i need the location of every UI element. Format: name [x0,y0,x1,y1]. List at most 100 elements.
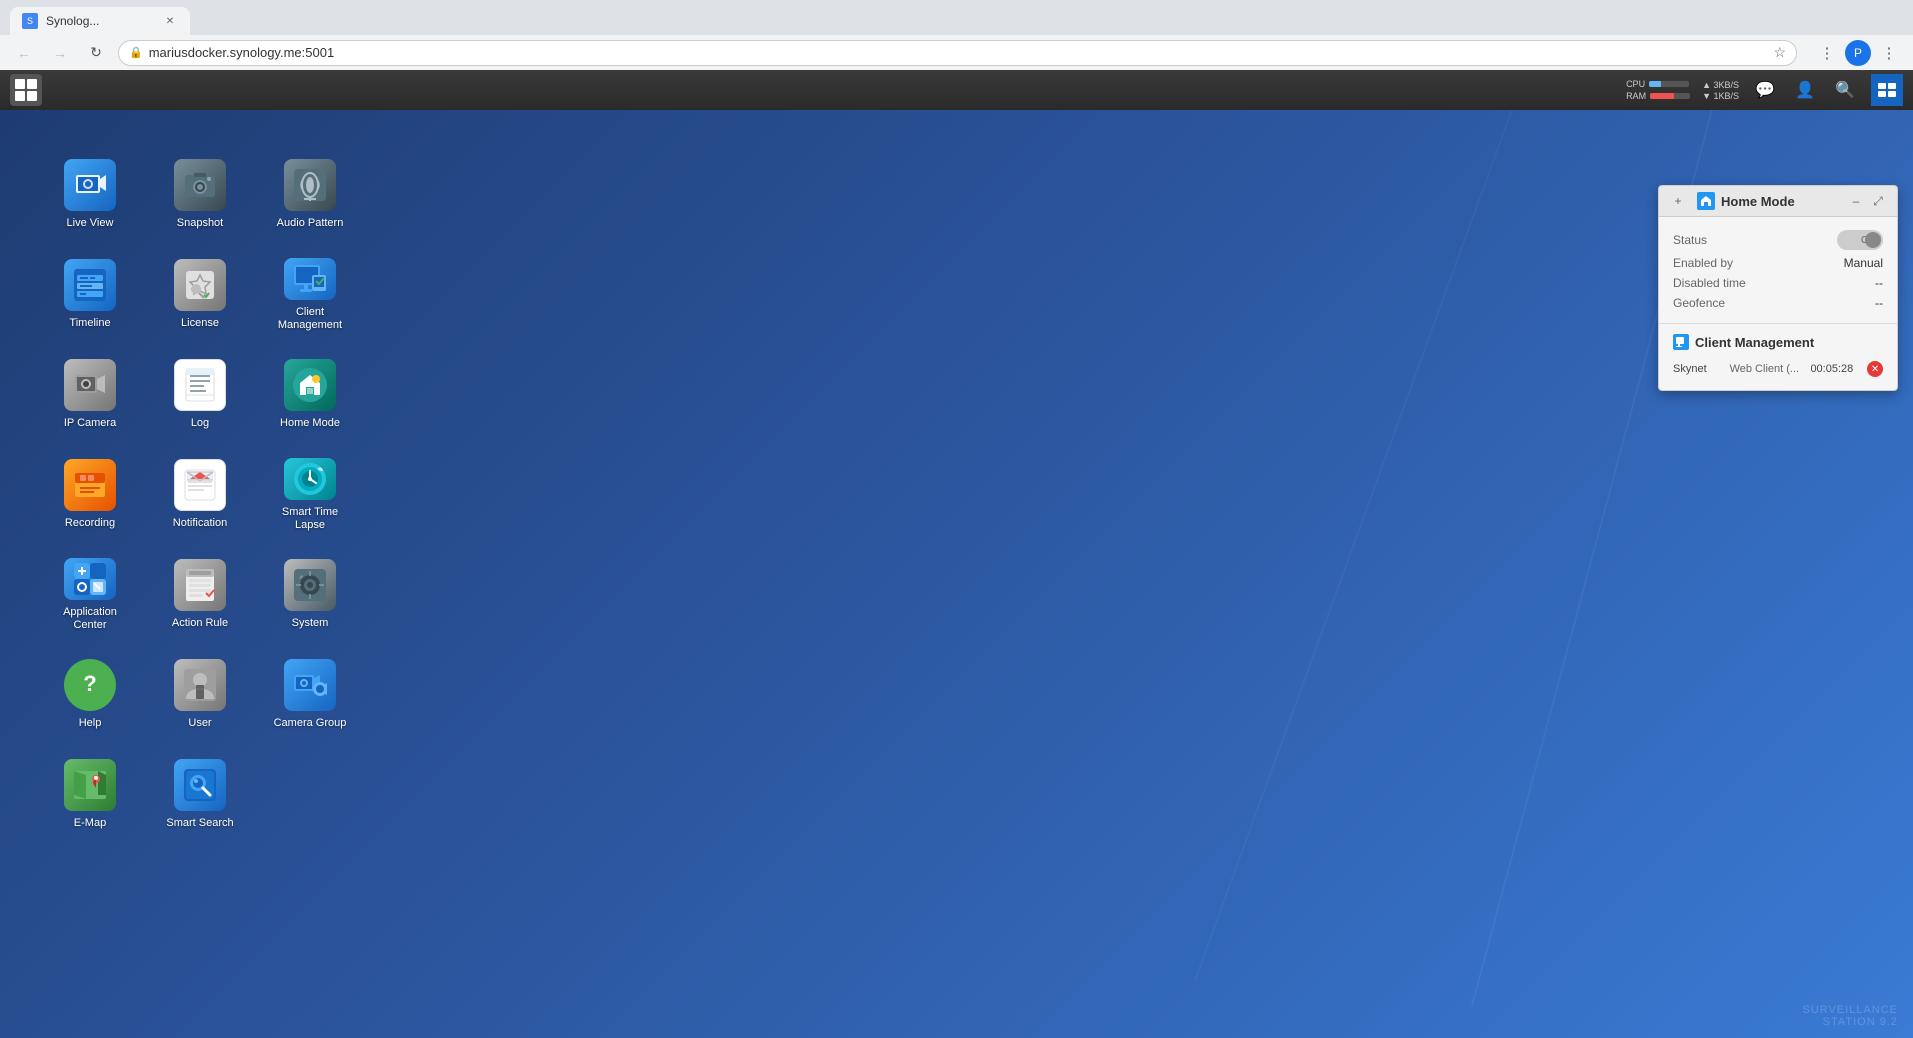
system-icon [284,559,336,611]
disabled-time-label: Disabled time [1673,276,1746,290]
back-button[interactable]: ← [10,39,38,67]
application-center-label: Application Center [48,606,132,632]
app-icon-client-management[interactable]: Client Management [260,250,360,340]
app-grid: Live View Snapshot [10,130,400,870]
app-icon-user[interactable]: User [150,650,250,740]
widget-detach-button[interactable]: ⤢ [1869,192,1887,210]
log-label: Log [191,417,209,430]
geofence-row: Geofence -- [1673,293,1883,313]
geofence-label: Geofence [1673,296,1725,310]
enabled-by-value: Manual [1844,256,1883,270]
live-view-label: Live View [67,217,114,230]
help-label: Help [79,717,102,730]
network-down: ▼ 1KB/S [1702,91,1739,101]
nav-right-buttons: ⋮ P ⋮ [1813,39,1903,67]
forward-button[interactable]: → [46,39,74,67]
license-icon [174,259,226,311]
home-mode-widget-title: Home Mode [1721,194,1795,209]
profile-avatar[interactable]: P [1845,40,1871,66]
app-icon-audio-pattern[interactable]: Audio Pattern [260,150,360,240]
home-mode-status-section: Status OFF Enabled by Manual Disabled ti… [1659,217,1897,324]
smart-timelapse-label: Smart Time Lapse [268,506,352,532]
app-icon-ip-camera[interactable]: IP Camera [40,350,140,440]
app-icon-smart-search[interactable]: Smart Search [150,750,250,840]
user-icon[interactable]: 👤 [1791,76,1819,104]
ram-bar [1650,93,1690,99]
app-icon-emap[interactable]: E-Map [40,750,140,840]
network-widget: ▲ 3KB/S ▼ 1KB/S [1702,80,1739,101]
client-name: Skynet [1673,363,1722,375]
system-label: System [292,617,329,630]
tab-close-button[interactable]: ✕ [162,13,178,29]
ip-camera-label: IP Camera [64,417,116,430]
taskbar-widget-button[interactable] [1871,74,1903,106]
audio-pattern-icon [284,159,336,211]
app-icon-license[interactable]: License [150,250,250,340]
client-type: Web Client (... [1730,363,1803,375]
tab-bar: S Synolog... ✕ [0,0,1913,35]
log-icon [174,359,226,411]
smart-search-icon [174,759,226,811]
app-icon-timeline[interactable]: Timeline [40,250,140,340]
app-icon-notification[interactable]: Notification [150,450,250,540]
smart-timelapse-icon [284,458,336,500]
audio-pattern-label: Audio Pattern [277,217,344,230]
home-mode-toggle[interactable]: OFF [1837,230,1883,250]
dsm-logo[interactable] [10,74,42,106]
client-mgmt-section: Client Management Skynet Web Client (...… [1659,324,1897,390]
reload-button[interactable]: ↻ [82,39,110,67]
bookmark-star-icon[interactable]: ☆ [1773,44,1786,61]
notification-icon [174,459,226,511]
app-icon-help[interactable]: ? Help [40,650,140,740]
nav-bar: ← → ↻ 🔒 mariusdocker.synology.me:5001 ☆ … [0,35,1913,70]
ss-watermark: SURVEILLANCE STATION 9.2 [1802,1004,1898,1028]
live-view-icon [64,159,116,211]
emap-label: E-Map [74,817,106,830]
user-label: User [188,717,211,730]
widget-minimize-button[interactable]: – [1847,192,1865,210]
chat-icon[interactable]: 💬 [1751,76,1779,104]
lock-icon: 🔒 [129,46,143,59]
browser-tab[interactable]: S Synolog... ✕ [10,7,190,35]
extensions-button[interactable]: ⋮ [1813,39,1841,67]
watermark-line2: STATION 9.2 [1802,1016,1898,1028]
home-mode-label: Home Mode [280,417,340,430]
address-bar[interactable]: 🔒 mariusdocker.synology.me:5001 ☆ [118,40,1797,66]
app-icon-application-center[interactable]: Application Center [40,550,140,640]
client-mgmt-widget-icon [1673,334,1689,350]
app-icon-live-view[interactable]: Live View [40,150,140,240]
disabled-time-row: Disabled time -- [1673,273,1883,293]
license-label: License [181,317,219,330]
svg-text:?: ? [83,671,96,696]
tab-title: Synolog... [46,14,99,28]
recording-icon [64,459,116,511]
smart-search-label: Smart Search [166,817,233,830]
widget-add-button[interactable]: + [1669,192,1687,210]
menu-button[interactable]: ⋮ [1875,39,1903,67]
client-mgmt-icon [284,258,336,300]
client-disconnect-button[interactable]: ✕ [1867,361,1883,377]
client-time: 00:05:28 [1810,363,1859,375]
ip-camera-icon [64,359,116,411]
timeline-label: Timeline [69,317,110,330]
client-mgmt-header: Client Management [1673,334,1883,350]
app-icon-system[interactable]: System [260,550,360,640]
app-icon-recording[interactable]: Recording [40,450,140,540]
app-icon-action-rule[interactable]: Action Rule [150,550,250,640]
app-icon-camera-group[interactable]: Camera Group [260,650,360,740]
search-icon[interactable]: 🔍 [1831,76,1859,104]
tab-favicon: S [22,13,38,29]
dsm-header-right: CPU RAM ▲ 3KB/S ▼ 1KB/S 💬 👤 🔍 [1626,74,1903,106]
cpu-label: CPU [1626,79,1645,89]
action-rule-icon [174,559,226,611]
app-icon-smart-timelapse[interactable]: Smart Time Lapse [260,450,360,540]
timeline-icon [64,259,116,311]
ram-label: RAM [1626,91,1646,101]
app-icon-home-mode[interactable]: Home Mode [260,350,360,440]
app-icon-snapshot[interactable]: Snapshot [150,150,250,240]
action-rule-label: Action Rule [172,617,228,630]
app-icon-log[interactable]: Log [150,350,250,440]
recording-label: Recording [65,517,115,530]
address-text: mariusdocker.synology.me:5001 [149,45,1768,60]
notification-label: Notification [173,517,227,530]
